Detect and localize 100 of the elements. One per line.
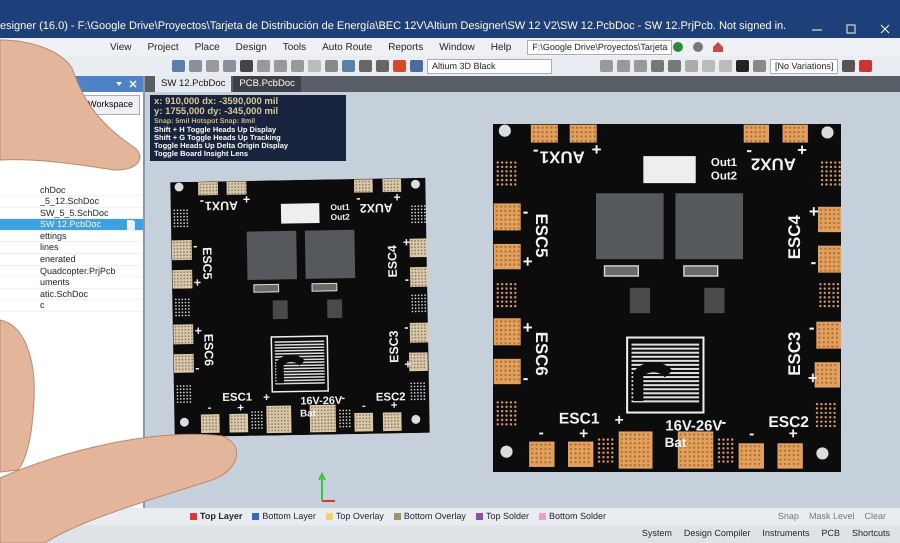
window-title: esigner (16.0) - F:\Google Drive\Proyectos\Tarjeta de Distribución de Energía\BEC 12V\Altium Designer\SW 12 V2\SW 12.PcbDoc - SW 12.PrjPcb. Not signed in. [0,18,788,34]
layer-tab-label: Bottom Solder [548,510,606,523]
silkscreen-label: AUX2 [360,200,393,216]
close-icon[interactable] [129,80,137,88]
status-bar-button[interactable]: PCB [821,527,840,541]
home-icon[interactable] [712,41,724,53]
silkscreen-label: - [193,238,198,253]
project-tree-item[interactable]: ettings [0,230,143,242]
mounting-hole [816,447,828,460]
forward-icon[interactable] [692,41,704,53]
project-tree-item[interactable]: atic.SchDoc [0,288,143,300]
silkscreen-label: + [592,140,602,159]
silkscreen-label: ESC1 [558,410,600,428]
silkscreen-label: ESC6 [201,334,216,366]
layer-bar-link[interactable]: Mask Level [808,510,854,524]
dropdown-icon[interactable] [115,80,123,88]
silkscreen-label: ESC3 [386,330,402,363]
project-tree-item[interactable]: lines [0,242,143,254]
tool-icon[interactable] [842,60,856,72]
silkscreen-label: - [749,425,754,442]
layer-tab[interactable]: Top Layer [190,510,242,524]
layer-bar-link[interactable]: Snap [778,510,799,524]
via-grid [411,205,426,224]
document-tab[interactable]: SW 12.PcbDoc [155,76,232,92]
silkscreen-label: + [263,392,270,404]
document-tab[interactable]: PCB.PcbDoc [233,76,301,92]
silkscreen-label: ESC4 [784,215,804,260]
project-tree-item[interactable]: uments [0,277,143,289]
solder-pad [494,244,521,270]
layer-tab-label: Top Layer [200,510,242,523]
tool-icon[interactable] [859,60,872,72]
diode [311,282,338,292]
via-grid [820,161,841,186]
solder-pad [777,443,803,469]
solder-pad [226,181,247,195]
silkscreen-label: - [404,320,409,334]
menu-item[interactable]: Place [194,40,220,54]
solder-pad [198,182,218,196]
silkscreen-label: - [808,318,815,337]
silkscreen-label: + [797,140,807,160]
back-icon[interactable] [672,41,684,53]
status-bar-button[interactable]: Shortcuts [852,527,890,541]
via-grid [718,438,734,463]
silkscreen-label: + [242,192,250,207]
project-tree-item[interactable]: chDoc [0,184,143,196]
layer-tab[interactable]: Bottom Overlay [394,510,466,524]
menu-item[interactable]: View [110,40,132,54]
menu-item[interactable]: Tools [282,40,306,54]
connector-header [643,156,696,184]
solder-pad [818,246,841,273]
silkscreen-label: - [195,360,200,376]
project-tree-item[interactable]: c [0,300,143,312]
silkscreen-label: - [538,424,544,442]
silkscreen-label: AUX1 [540,148,585,167]
layer-bar-link[interactable]: Clear [864,510,886,524]
variations-dropdown[interactable]: [No Variations] [770,58,838,74]
layer-tab-label: Bottom Overlay [404,510,466,523]
silkscreen-label: 16V-26V [665,418,722,434]
layer-tab[interactable]: Top Overlay [326,510,384,524]
project-tree-item[interactable]: _5_12.SchDoc [0,196,143,208]
silkscreen-label: - [200,193,204,208]
silkscreen-label: - [810,252,816,272]
connector-header [280,203,320,224]
menu-item[interactable]: Design [236,40,267,54]
via-grid [176,385,192,404]
status-bar-button[interactable]: Instruments [762,527,810,541]
menu-item[interactable]: Reports [388,40,424,54]
solder-pad [618,431,652,469]
solder-pad [409,238,428,258]
silkscreen-label: Out1 [710,156,738,169]
maximize-button[interactable] [844,24,858,34]
mounting-hole [411,180,420,189]
layer-tab[interactable]: Bottom Layer [252,510,316,524]
layer-tab[interactable]: Top Solder [476,510,529,524]
regulator-chip [327,299,342,318]
mounting-hole [174,182,184,192]
solder-pad [200,414,220,434]
menu-item[interactable]: Project [148,40,179,54]
silkscreen-label: + [522,318,533,337]
inductor [596,193,664,260]
menu-item[interactable]: Auto Route [322,40,372,54]
menu-item[interactable]: Window [439,40,475,54]
layer-tab[interactable]: Bottom Solder [538,510,606,524]
hud-line: x: 910,000 dx: -3590,000 mil [154,97,280,107]
status-bar-button[interactable]: System [642,527,672,541]
view-config-dropdown[interactable]: Altium 3D Black [427,58,552,74]
solder-pad [816,322,841,349]
solder-pad [744,124,770,143]
project-tree-item[interactable]: enerated [0,254,143,266]
project-tree-item[interactable]: Quadcopter.PrjPcb [0,266,143,278]
path-field[interactable]: F:\Google Drive\Proyectos\Tarjeta [527,40,672,54]
inductor [304,230,356,279]
status-bar-button[interactable]: Design Compiler [684,527,750,541]
close-button[interactable] [878,24,892,34]
silkscreen-label: 16V-26V [300,394,342,408]
solder-pad [266,405,292,434]
solder-pad [782,124,808,143]
via-grid [410,382,426,400]
menu-item[interactable]: Help [490,40,512,54]
pcb-canvas[interactable] [145,92,900,508]
